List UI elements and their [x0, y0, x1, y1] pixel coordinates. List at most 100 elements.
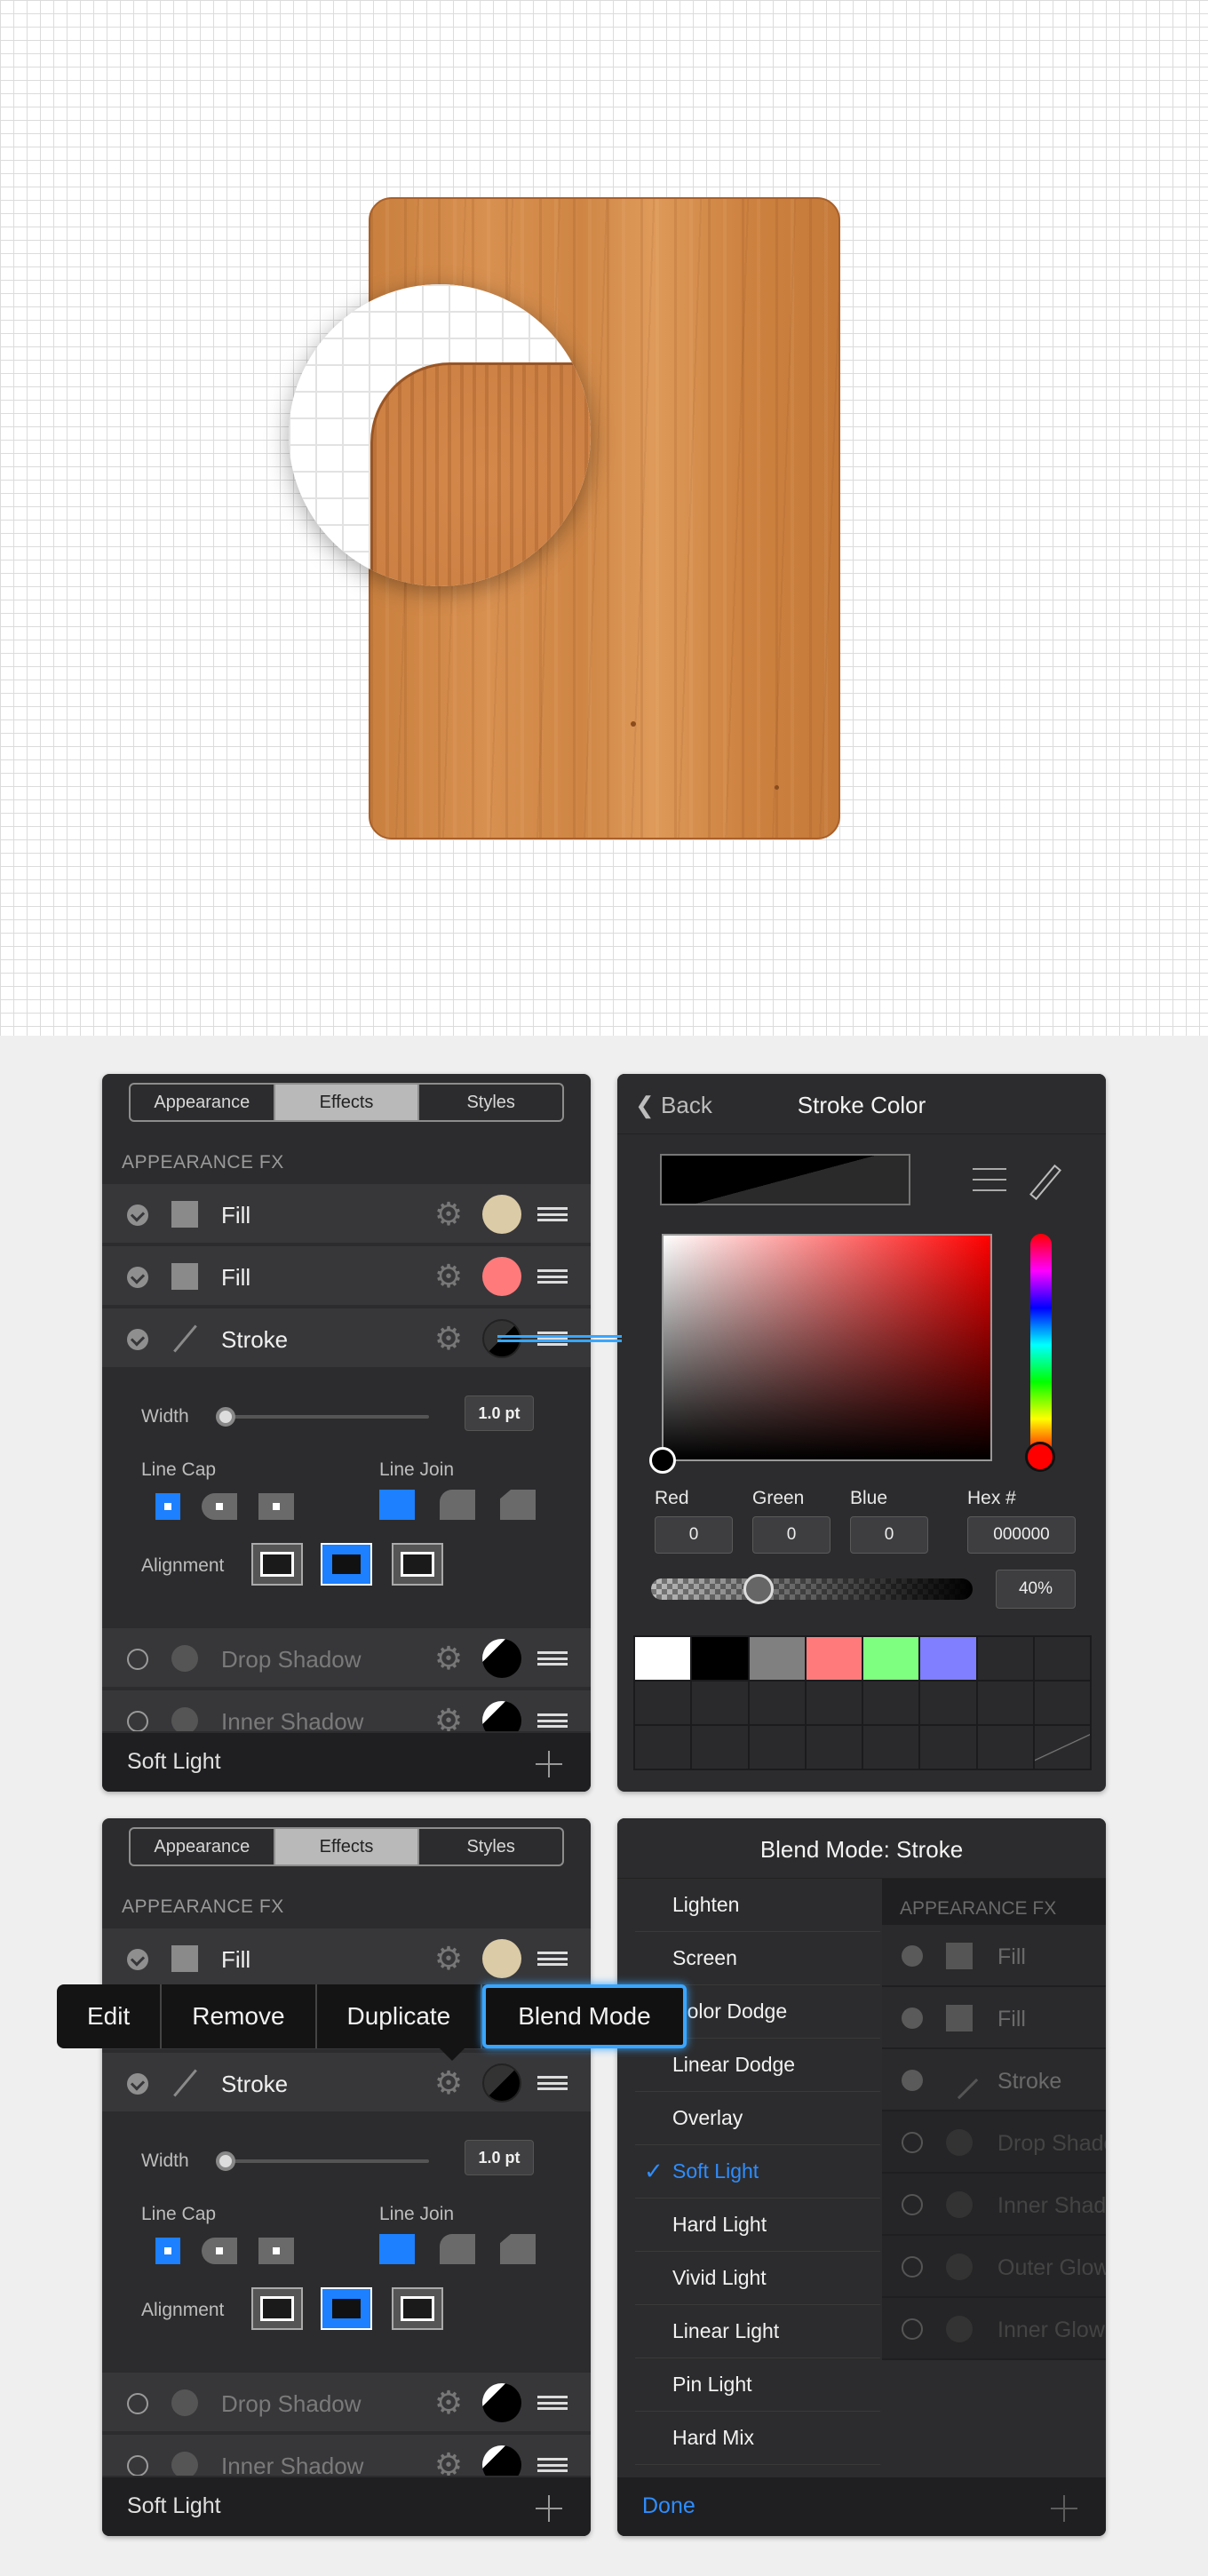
color-swatch[interactable]	[482, 2445, 521, 2476]
swatch-empty[interactable]	[920, 1726, 976, 1769]
cap-round-button[interactable]	[202, 2238, 237, 2264]
eyedropper-icon[interactable]	[1026, 1161, 1061, 1200]
enabled-check-icon[interactable]	[127, 2073, 148, 2095]
menu-item-edit[interactable]: Edit	[57, 1984, 163, 2048]
add-effect-icon[interactable]	[536, 2495, 562, 2522]
cap-butt-button[interactable]	[155, 2238, 180, 2264]
cap-square-button[interactable]	[258, 2238, 294, 2264]
color-swatch[interactable]	[482, 1939, 521, 1978]
blue-field[interactable]: 0	[850, 1516, 928, 1554]
drag-handle-icon[interactable]	[537, 1952, 568, 1966]
opacity-slider[interactable]	[651, 1578, 973, 1600]
swatch-empty[interactable]	[977, 1682, 1033, 1724]
swatch-blue[interactable]	[920, 1637, 976, 1680]
drag-handle-icon[interactable]	[537, 2076, 568, 2090]
disabled-check-icon[interactable]	[127, 2393, 148, 2414]
gear-icon[interactable]: ⚙	[433, 1323, 465, 1355]
align-inside-button[interactable]	[321, 1543, 372, 1586]
swatch-empty[interactable]	[920, 1682, 976, 1724]
join-bevel-button[interactable]	[500, 1490, 536, 1520]
drag-handle-icon[interactable]	[537, 1713, 568, 1728]
align-center-button[interactable]	[251, 2287, 303, 2330]
fx-row-drop-shadow[interactable]: Drop Shadow ⚙	[102, 2373, 591, 2433]
align-outside-button[interactable]	[392, 2287, 443, 2330]
tab-appearance[interactable]: Appearance	[131, 1829, 275, 1864]
drag-handle-icon[interactable]	[537, 1651, 568, 1666]
add-effect-icon[interactable]	[536, 1751, 562, 1777]
sliders-icon[interactable]	[973, 1163, 1006, 1198]
swatch-empty[interactable]	[977, 1726, 1033, 1769]
color-swatch[interactable]	[482, 2383, 521, 2422]
align-center-button[interactable]	[251, 1543, 303, 1586]
swatch-empty[interactable]	[1034, 1637, 1090, 1680]
fx-row-fill[interactable]: Fill ⚙	[102, 1928, 591, 1989]
join-round-button[interactable]	[440, 1490, 475, 1520]
fx-row-stroke[interactable]: Stroke ⚙	[102, 2053, 591, 2113]
swatch-empty[interactable]	[863, 1726, 919, 1769]
cap-butt-button[interactable]	[155, 1493, 180, 1520]
gear-icon[interactable]: ⚙	[433, 2449, 465, 2477]
swatch-empty[interactable]	[806, 1726, 862, 1769]
disabled-check-icon[interactable]	[127, 2455, 148, 2476]
artboard-canvas[interactable]	[0, 0, 1208, 1036]
blend-option[interactable]: Vivid Light	[635, 2252, 880, 2305]
color-swatch[interactable]	[482, 1701, 521, 1731]
red-field[interactable]: 0	[655, 1516, 733, 1554]
tab-effects[interactable]: Effects	[274, 1829, 420, 1864]
swatch-black[interactable]	[692, 1637, 748, 1680]
width-value-field[interactable]: 1.0 pt	[465, 2140, 534, 2175]
menu-item-blend-mode[interactable]: Blend Mode	[482, 1984, 687, 2048]
blend-option[interactable]: Linear Light	[635, 2305, 880, 2358]
align-inside-button[interactable]	[321, 2287, 372, 2330]
swatch-empty[interactable]	[692, 1682, 748, 1724]
enabled-check-icon[interactable]	[127, 1329, 148, 1350]
opacity-field[interactable]: 40%	[996, 1570, 1076, 1609]
disabled-check-icon[interactable]	[127, 1649, 148, 1670]
tab-styles[interactable]: Styles	[419, 1829, 562, 1864]
cap-round-button[interactable]	[202, 1493, 237, 1520]
fx-row-fill[interactable]: Fill ⚙	[102, 1184, 591, 1244]
tab-effects[interactable]: Effects	[274, 1085, 420, 1120]
swatch-empty[interactable]	[749, 1726, 805, 1769]
width-slider[interactable]	[216, 1407, 429, 1427]
blend-option[interactable]: Pin Light	[635, 2358, 880, 2412]
drag-handle-icon[interactable]	[537, 1269, 568, 1284]
width-value-field[interactable]: 1.0 pt	[465, 1395, 534, 1431]
enabled-check-icon[interactable]	[127, 1267, 148, 1288]
drag-handle-icon[interactable]	[537, 2458, 568, 2472]
gear-icon[interactable]: ⚙	[433, 1260, 465, 1292]
hue-knob[interactable]	[1025, 1442, 1055, 1472]
swatch-empty[interactable]	[635, 1682, 691, 1724]
blend-option[interactable]: Overlay	[635, 2092, 880, 2145]
enabled-check-icon[interactable]	[127, 1205, 148, 1226]
align-outside-button[interactable]	[392, 1543, 443, 1586]
blend-option[interactable]: Screen	[635, 1932, 880, 1985]
cap-square-button[interactable]	[258, 1493, 294, 1520]
join-miter-button[interactable]	[379, 2234, 415, 2264]
blend-option[interactable]: Lighten	[635, 1879, 880, 1932]
enabled-check-icon[interactable]	[127, 1949, 148, 1970]
join-bevel-button[interactable]	[500, 2234, 536, 2264]
gear-icon[interactable]: ⚙	[433, 2387, 465, 2419]
swatch-gray[interactable]	[749, 1637, 805, 1680]
blend-mode-label[interactable]: Soft Light	[127, 1749, 221, 1775]
blend-option[interactable]: Hard Mix	[635, 2412, 880, 2465]
tab-styles[interactable]: Styles	[419, 1085, 562, 1120]
fx-row-inner-shadow[interactable]: Inner Shadow ⚙	[102, 1690, 591, 1733]
color-swatch[interactable]	[482, 1195, 521, 1234]
join-miter-button[interactable]	[379, 1490, 415, 1520]
fx-row-inner-shadow[interactable]: Inner Shadow ⚙	[102, 2435, 591, 2477]
color-swatch[interactable]	[482, 1639, 521, 1678]
gear-icon[interactable]: ⚙	[433, 1943, 465, 1975]
swatch-empty[interactable]	[635, 1726, 691, 1769]
swatch-none[interactable]	[1034, 1726, 1090, 1769]
join-round-button[interactable]	[440, 2234, 475, 2264]
fx-row-drop-shadow[interactable]: Drop Shadow ⚙	[102, 1628, 591, 1689]
width-slider[interactable]	[216, 2151, 429, 2171]
tab-appearance[interactable]: Appearance	[131, 1085, 275, 1120]
swatch-empty[interactable]	[749, 1682, 805, 1724]
gear-icon[interactable]: ⚙	[433, 1198, 465, 1230]
swatch-empty[interactable]	[806, 1682, 862, 1724]
gear-icon[interactable]: ⚙	[433, 2067, 465, 2099]
opacity-knob[interactable]	[743, 1574, 774, 1604]
